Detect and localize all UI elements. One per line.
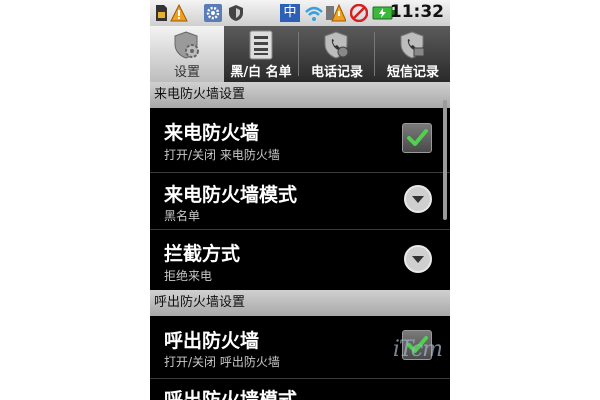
warning-icon [326, 4, 346, 22]
incoming-mode-dropdown[interactable] [404, 185, 432, 213]
list-item-incoming-firewall-mode[interactable]: 来电防火墙模式 黑名单 [150, 173, 450, 229]
chevron-down-icon [412, 196, 424, 203]
tab-bar: 设置 黑/白 名单 电话记录 短信记录 [150, 26, 450, 82]
tab-label: 短信记录 [386, 65, 439, 80]
wifi-icon [305, 6, 323, 21]
tab-black-white-list[interactable]: 黑/白 名单 [224, 26, 298, 82]
shield-phone-icon [324, 31, 349, 59]
shield-icon [229, 5, 243, 21]
list-item-outgoing-firewall-mode[interactable]: 呼出防火墙模式 [150, 379, 450, 400]
list-item-incoming-firewall[interactable]: 来电防火墙 打开/关闭 来电防火墙 [150, 108, 450, 172]
item-title: 呼出防火墙 [164, 330, 260, 352]
input-method-indicator: 中 [280, 4, 300, 22]
chevron-down-icon [412, 256, 424, 263]
section-header-outgoing: 呼出防火墙设置 [150, 290, 450, 316]
settings-icon [204, 4, 222, 22]
item-title: 拦截方式 [164, 243, 241, 265]
list-icon [249, 30, 273, 60]
block-method-dropdown[interactable] [404, 245, 432, 273]
status-bar: 中 11:32 [150, 0, 450, 26]
shield-gear-icon [174, 31, 199, 59]
phone-screen: 中 11:32 设置 黑/白 名单 电话记录 短信记录 来电防火墙设置 来电防火… [150, 0, 450, 400]
warning-icon [170, 4, 188, 22]
checkmark-icon [407, 129, 428, 146]
tab-call-log[interactable]: 电话记录 [300, 26, 374, 82]
section-header-incoming: 来电防火墙设置 [150, 82, 450, 108]
item-subtitle: 打开/关闭 来电防火墙 [164, 148, 280, 162]
incoming-firewall-checkbox[interactable] [402, 123, 432, 153]
shield-sms-icon [400, 31, 425, 59]
tab-sms-log[interactable]: 短信记录 [376, 26, 450, 82]
item-title: 来电防火墙模式 [164, 184, 298, 206]
tab-label: 黑/白 名单 [230, 65, 292, 80]
item-subtitle: 打开/关闭 呼出防火墙 [164, 355, 280, 369]
list-item-block-method[interactable]: 拦截方式 拒绝来电 [150, 230, 450, 290]
item-title: 来电防火墙 [164, 122, 260, 144]
watermark: iTcm [392, 337, 443, 362]
sim-card-icon [156, 5, 167, 21]
no-entry-icon [350, 4, 368, 22]
tab-settings[interactable]: 设置 [150, 26, 224, 82]
item-title: 呼出防火墙模式 [164, 389, 298, 400]
tab-label: 电话记录 [310, 65, 363, 80]
tab-divider [298, 32, 299, 76]
item-subtitle: 拒绝来电 [164, 269, 213, 283]
tab-label: 设置 [173, 65, 200, 80]
scrollbar[interactable] [443, 100, 447, 220]
status-clock: 11:32 [389, 2, 444, 22]
item-subtitle: 黑名单 [164, 209, 201, 223]
tab-divider [374, 32, 375, 76]
